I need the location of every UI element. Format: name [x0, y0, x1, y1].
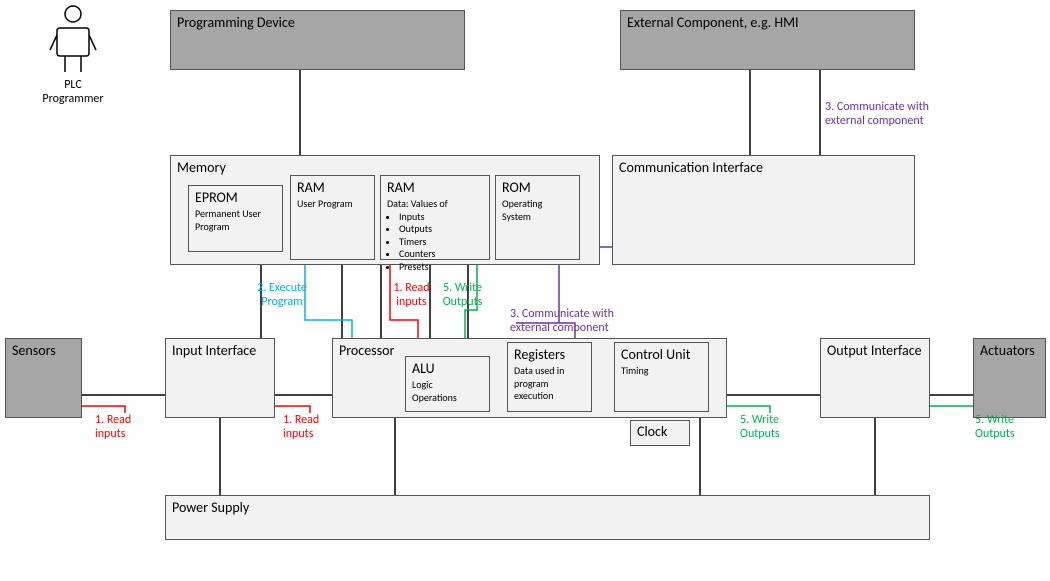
ram-user-program: RAM User Program: [290, 175, 375, 260]
sensors-title: Sensors: [6, 339, 81, 361]
ram-data: RAM Data: Values of Inputs Outputs Timer…: [380, 175, 490, 260]
external-component: External Component, e.g. HMI: [620, 10, 915, 70]
label-read-inputs-left: 1. Read inputs: [95, 413, 145, 442]
alu: ALU LogicOperations: [405, 356, 490, 412]
power-title: Power Supply: [166, 496, 929, 518]
output-interface: Output Interface: [820, 338, 930, 418]
programming-device-title: Programming Device: [171, 11, 464, 33]
control-unit-sub: Timing: [615, 365, 708, 382]
alu-title: ALU: [406, 357, 489, 379]
actuators-title: Actuators: [974, 339, 1045, 361]
programmer-label: PLCProgrammer: [33, 78, 113, 107]
control-unit: Control Unit Timing: [614, 342, 709, 412]
connectors: [0, 0, 1050, 581]
ram2-title: RAM: [381, 176, 489, 198]
label-write-outputs-right2: 5. Write Outputs: [975, 413, 1030, 442]
ram2-list: Inputs Outputs Timers Counters Presets: [381, 211, 489, 278]
label-write-outputs-right1: 5. Write Outputs: [740, 413, 795, 442]
sensors: Sensors: [5, 338, 82, 418]
registers: Registers Data used inprogramexecution: [507, 342, 592, 412]
control-unit-title: Control Unit: [615, 343, 708, 365]
output-title: Output Interface: [821, 339, 929, 361]
eprom: EPROM Permanent User Program: [188, 185, 283, 252]
alu-sub: LogicOperations: [406, 379, 489, 408]
power-supply: Power Supply: [165, 495, 930, 540]
external-component-title: External Component, e.g. HMI: [621, 11, 914, 33]
clock-title: Clock: [631, 421, 689, 443]
comm-title: Communication Interface: [613, 156, 914, 178]
input-interface: Input Interface: [165, 338, 275, 418]
label-execute: 2. Execute Program: [252, 281, 312, 310]
eprom-title: EPROM: [189, 186, 282, 208]
rom-sub: Operating System: [496, 198, 579, 227]
communication-interface: Communication Interface: [612, 155, 915, 265]
label-communicate-mid: 3. Communicate with external component: [510, 307, 650, 336]
programmer-icon: [50, 6, 96, 72]
label-communicate-top: 3. Communicate with external component: [825, 100, 965, 129]
label-read-inputs-mid2: 1. Read inputs: [283, 413, 333, 442]
ram2-sub: Data: Values of: [381, 198, 489, 211]
input-title: Input Interface: [166, 339, 274, 361]
actuators: Actuators: [973, 338, 1046, 418]
ram1-title: RAM: [291, 176, 374, 198]
registers-title: Registers: [508, 343, 591, 365]
rom-title: ROM: [496, 176, 579, 198]
registers-sub: Data used inprogramexecution: [508, 365, 591, 407]
rom: ROM Operating System: [495, 175, 580, 260]
label-write-outputs-mid: 5. Write Outputs: [435, 281, 490, 310]
ram1-sub: User Program: [291, 198, 374, 215]
eprom-sub: Permanent User Program: [189, 208, 282, 237]
clock: Clock: [630, 420, 690, 446]
programming-device: Programming Device: [170, 10, 465, 70]
label-read-inputs-mid: 1. Read inputs: [389, 281, 434, 310]
